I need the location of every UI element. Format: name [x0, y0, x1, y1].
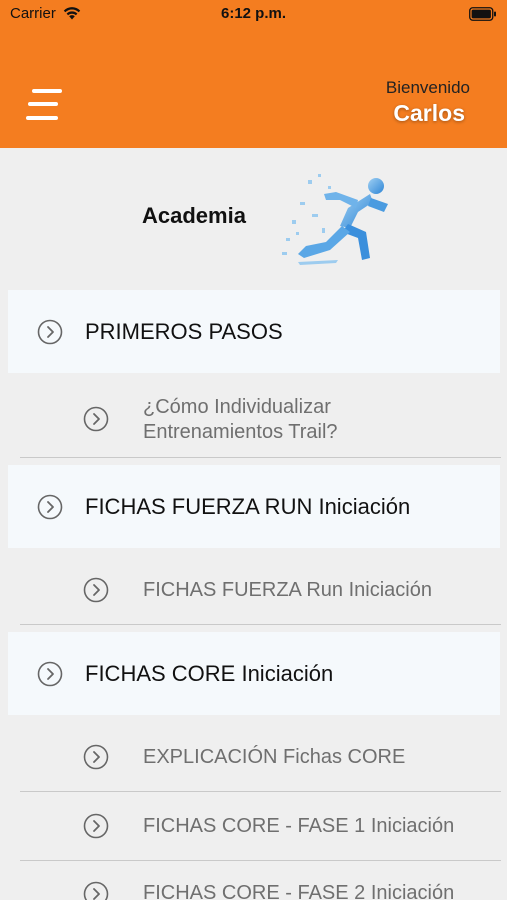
- welcome-label: Bienvenido: [385, 78, 470, 97]
- section-fichas-fuerza-run[interactable]: FICHAS FUERZA RUN Iniciación: [8, 465, 500, 548]
- battery-icon: [469, 7, 496, 21]
- chevron-right-circle-icon: [83, 744, 109, 770]
- status-time: 6:12 p.m.: [220, 5, 287, 22]
- item-label: FICHAS FUERZA Run Iniciación: [143, 579, 432, 601]
- section-label: PRIMEROS PASOS: [85, 319, 283, 344]
- chevron-right-circle-icon: [37, 319, 63, 345]
- divider: [20, 791, 501, 792]
- item-label: FICHAS CORE - FASE 2 Iniciación: [143, 882, 455, 900]
- chevron-right-circle-icon: [83, 577, 109, 603]
- item-label: FICHAS CORE - FASE 1 Iniciación: [143, 815, 455, 837]
- item-label-line2: Entrenamientos Trail?: [143, 421, 338, 443]
- chevron-right-circle-icon: [83, 406, 109, 432]
- chevron-right-circle-icon: [83, 813, 109, 839]
- user-name: Carlos: [393, 100, 465, 126]
- section-fichas-core[interactable]: FICHAS CORE Iniciación: [8, 632, 500, 715]
- section-primeros-pasos[interactable]: PRIMEROS PASOS: [8, 290, 500, 373]
- chevron-right-circle-icon: [37, 494, 63, 520]
- divider: [20, 457, 501, 458]
- runner-image: [282, 174, 388, 265]
- item-label: EXPLICACIÓN Fichas CORE: [143, 746, 406, 768]
- divider: [20, 860, 501, 861]
- menu-icon[interactable]: [26, 88, 64, 126]
- section-label: FICHAS CORE Iniciación: [85, 661, 334, 686]
- chevron-right-circle-icon: [83, 881, 109, 900]
- divider: [20, 624, 501, 625]
- chevron-right-circle-icon: [37, 661, 63, 687]
- page-title: Academia: [142, 203, 246, 228]
- status-bar: Carrier 6:12 p.m.: [0, 0, 507, 28]
- section-label: FICHAS FUERZA RUN Iniciación: [85, 494, 411, 519]
- app-header: Carrier 6:12 p.m. Bienvenido Carlos: [0, 0, 507, 148]
- item-label-line1: ¿Cómo Individualizar: [143, 396, 331, 418]
